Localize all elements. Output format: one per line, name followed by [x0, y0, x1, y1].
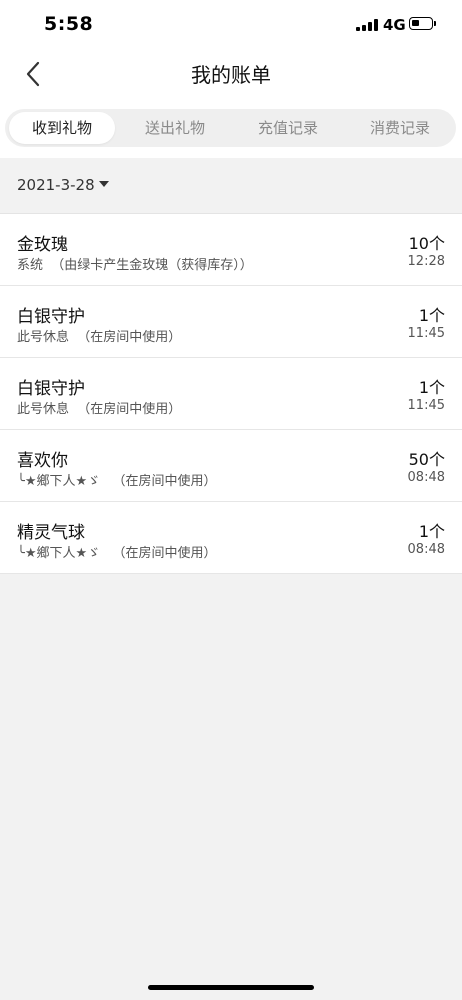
- gift-name: 精灵气球: [17, 523, 85, 543]
- header-area: 5:58 4G 我的账单 收到礼物 送出礼物 充值记录 消费记录: [0, 0, 462, 158]
- date-filter[interactable]: 2021-3-28: [17, 176, 109, 194]
- tab-sent-gifts[interactable]: 送出礼物: [120, 109, 230, 147]
- gift-source: ╰★鄉下人★ゞ （在房间中使用）: [17, 546, 217, 561]
- home-indicator[interactable]: [148, 985, 314, 990]
- gift-time: 12:28: [407, 254, 445, 269]
- gift-time: 08:48: [407, 470, 445, 485]
- gift-time: 11:45: [407, 326, 445, 341]
- status-bar: 5:58 4G: [0, 0, 462, 50]
- tab-spending-records[interactable]: 消费记录: [345, 109, 455, 147]
- tab-bar: 收到礼物 送出礼物 充值记录 消费记录: [5, 109, 456, 147]
- gift-count: 1个: [418, 378, 445, 397]
- gift-record-list: 金玫瑰 系统 （由绿卡产生金玫瑰（获得库存）） 10个 12:28 白银守护 此…: [0, 213, 462, 574]
- gift-name: 金玫瑰: [17, 235, 68, 255]
- tab-received-gifts[interactable]: 收到礼物: [9, 112, 115, 144]
- gift-name: 白银守护: [17, 307, 85, 327]
- network-type: 4G: [383, 16, 406, 34]
- gift-count: 50个: [408, 450, 445, 469]
- bill-screen: 5:58 4G 我的账单 收到礼物 送出礼物 充值记录 消费记录 2021-3-…: [0, 0, 462, 1000]
- gift-source: 此号休息 （在房间中使用）: [17, 330, 182, 345]
- list-item: 喜欢你 ╰★鄉下人★ゞ （在房间中使用） 50个 08:48: [0, 430, 462, 502]
- list-item: 白银守护 此号休息 （在房间中使用） 1个 11:45: [0, 286, 462, 358]
- gift-count: 1个: [418, 306, 445, 325]
- battery-cap: [434, 21, 436, 26]
- status-time: 5:58: [44, 13, 94, 35]
- gift-name: 白银守护: [17, 379, 85, 399]
- gift-time: 08:48: [407, 542, 445, 557]
- gift-source: ╰★鄉下人★ゞ （在房间中使用）: [17, 474, 217, 489]
- list-item: 白银守护 此号休息 （在房间中使用） 1个 11:45: [0, 358, 462, 430]
- page-title: 我的账单: [191, 63, 271, 87]
- battery-icon: [409, 17, 433, 30]
- navigation-bar: 我的账单: [0, 50, 462, 98]
- gift-count: 1个: [418, 522, 445, 541]
- gift-source: 此号休息 （在房间中使用）: [17, 402, 182, 417]
- gift-name: 喜欢你: [17, 451, 68, 471]
- list-item: 精灵气球 ╰★鄉下人★ゞ （在房间中使用） 1个 08:48: [0, 502, 462, 574]
- caret-down-icon: [98, 180, 109, 187]
- gift-source: 系统 （由绿卡产生金玫瑰（获得库存））: [17, 258, 253, 273]
- list-item: 金玫瑰 系统 （由绿卡产生金玫瑰（获得库存）） 10个 12:28: [0, 214, 462, 286]
- date-filter-value: 2021-3-28: [17, 176, 95, 194]
- tab-recharge-records[interactable]: 充值记录: [233, 109, 343, 147]
- signal-strength-icon: [356, 19, 378, 31]
- gift-time: 11:45: [407, 398, 445, 413]
- gift-count: 10个: [408, 234, 445, 253]
